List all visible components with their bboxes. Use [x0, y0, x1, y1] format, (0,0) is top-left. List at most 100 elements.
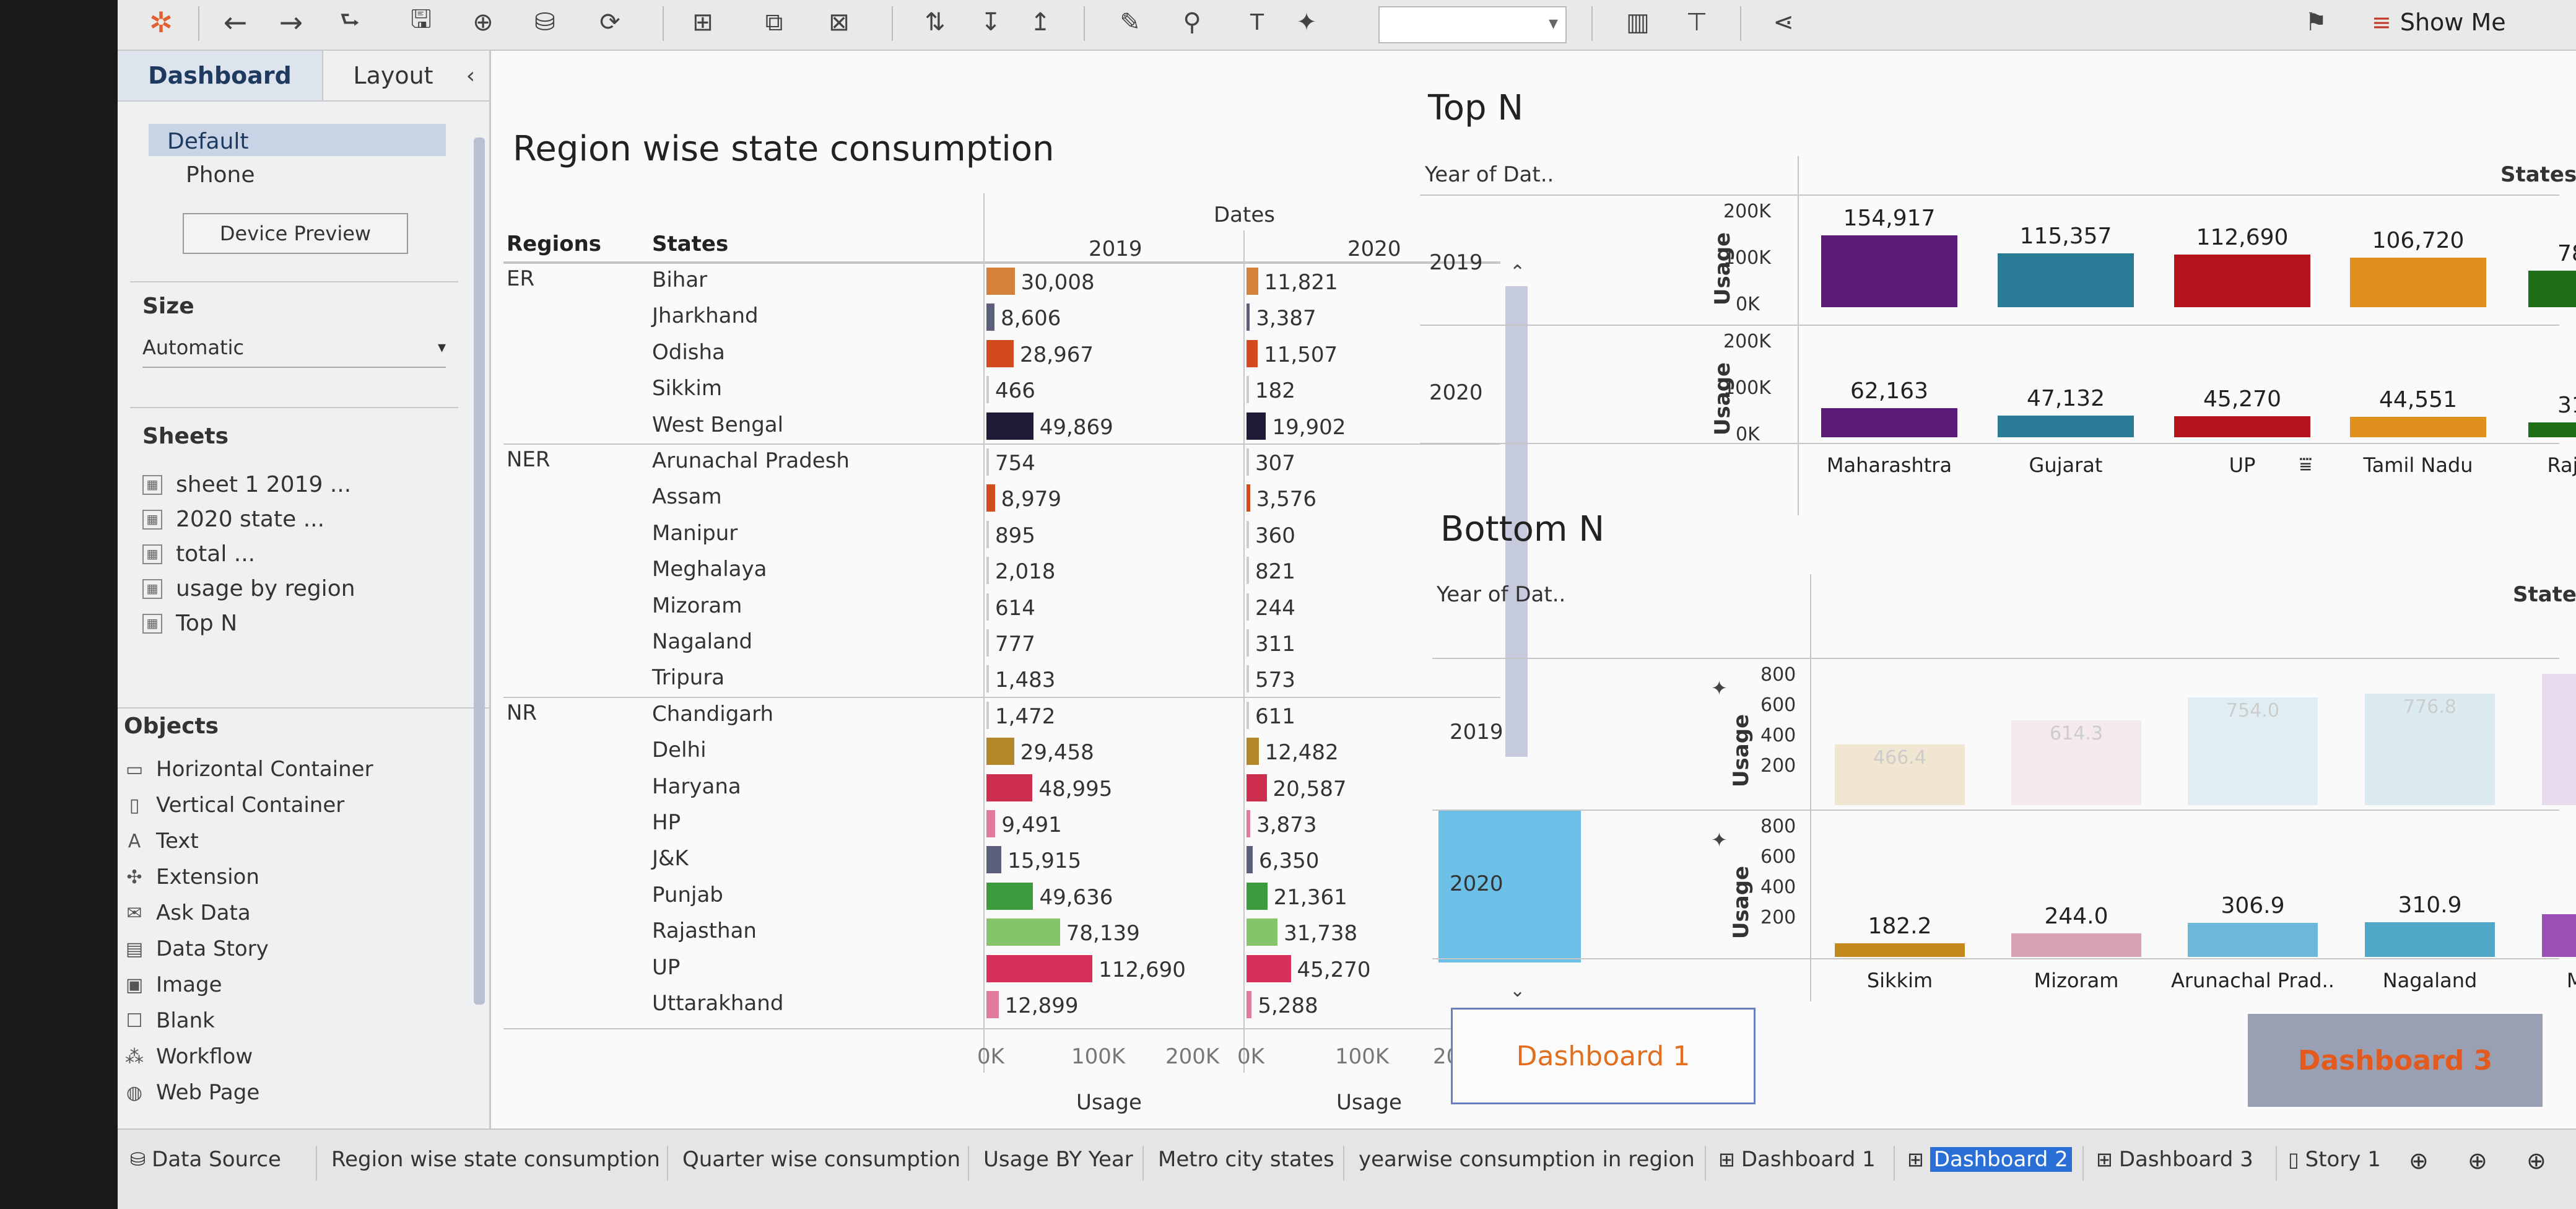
save-icon[interactable]: 🖫 — [402, 4, 440, 41]
dashboard-tab[interactable]: ⊞ Dashboard 1 — [1718, 1147, 1876, 1172]
chart-type-icon[interactable]: ▥ — [1610, 4, 1666, 41]
device-default[interactable]: Default — [149, 124, 446, 156]
object-item[interactable]: A Text — [124, 829, 199, 853]
share-icon[interactable]: ⋖ — [1765, 4, 1802, 41]
new-dashboard-icon[interactable]: ⊕ — [2468, 1147, 2487, 1174]
bottom-n-bar[interactable] — [2011, 933, 2141, 957]
top-n-bar[interactable] — [2174, 416, 2310, 437]
bottom-n-bar[interactable] — [2188, 922, 2318, 957]
sheet-item[interactable]: ▦ 2020 state ... — [142, 507, 324, 532]
bar-2020[interactable] — [1247, 774, 1267, 801]
bar-2020[interactable] — [1247, 593, 1249, 621]
bar-2019[interactable] — [986, 520, 989, 548]
bar-2020[interactable] — [1247, 339, 1258, 367]
bar-2020[interactable] — [1247, 268, 1258, 295]
bar-2020[interactable] — [1247, 954, 1291, 982]
bar-2019[interactable] — [986, 738, 1014, 766]
new-sheet-icon[interactable]: ⊞ — [681, 4, 724, 41]
dashboard-tab[interactable]: ⊞ Dashboard 3 — [2096, 1147, 2253, 1172]
bar-2019[interactable] — [986, 919, 1060, 946]
pin-icon[interactable]: ✦ — [1288, 4, 1325, 41]
top-n-bar[interactable] — [2174, 255, 2310, 307]
bar-2019[interactable] — [986, 376, 989, 404]
sheet-tab[interactable]: Region wise state consumption — [331, 1147, 660, 1172]
connect-icon[interactable]: ⛁ — [526, 4, 564, 41]
bar-2020[interactable] — [1247, 448, 1249, 476]
object-item[interactable]: ✣ Extension — [124, 865, 259, 889]
top-n-bar[interactable] — [1821, 408, 1957, 437]
device-phone[interactable]: Phone — [186, 162, 255, 188]
object-item[interactable]: ▣ Image — [124, 972, 222, 997]
object-item[interactable]: ▤ Data Story — [124, 936, 269, 961]
bar-2020[interactable] — [1247, 810, 1251, 837]
dashboard-3-button[interactable]: Dashboard 3 — [2248, 1014, 2543, 1107]
top-n-bar[interactable] — [2350, 416, 2486, 437]
bar-2020[interactable] — [1247, 412, 1266, 440]
bar-2019[interactable] — [986, 810, 996, 837]
object-item[interactable]: ⁂ Workflow — [124, 1044, 253, 1069]
bar-2020[interactable] — [1247, 738, 1259, 766]
bar-2020[interactable] — [1247, 991, 1252, 1018]
bar-2020[interactable] — [1247, 520, 1249, 548]
bar-2020[interactable] — [1247, 484, 1250, 512]
top-n-bar[interactable] — [2350, 257, 2486, 307]
sheet-item[interactable]: ▦ usage by region — [142, 576, 355, 601]
attach-icon[interactable]: ⚲ — [1170, 4, 1214, 41]
bottom-n-bar[interactable] — [2365, 922, 2495, 957]
bar-2019[interactable] — [986, 484, 995, 512]
bar-2020[interactable] — [1247, 882, 1268, 910]
tab-data-source[interactable]: ⛁ Data Source — [130, 1147, 281, 1172]
top-n-bar[interactable] — [1998, 415, 2134, 437]
top-n-bar[interactable] — [2528, 422, 2576, 437]
sheet-tab[interactable]: Usage BY Year — [983, 1147, 1133, 1172]
pane-scrollbar[interactable] — [474, 137, 485, 1005]
bar-2019[interactable] — [986, 846, 1002, 874]
pin-icon[interactable]: ✦ — [1711, 828, 1728, 852]
bar-2019[interactable] — [986, 593, 989, 621]
bar-2019[interactable] — [986, 701, 989, 729]
top-n-bar[interactable] — [2528, 271, 2576, 307]
sheet-item[interactable]: ▦ sheet 1 2019 ... — [142, 472, 351, 497]
tableau-logo-icon[interactable]: ✲ — [142, 4, 180, 41]
pin-icon[interactable]: ✦ — [1711, 676, 1728, 700]
sheet-tab[interactable]: Metro city states — [1158, 1147, 1334, 1172]
bar-2020[interactable] — [1247, 846, 1253, 874]
highlight-icon[interactable]: ✎ — [1108, 4, 1152, 41]
device-preview-button[interactable]: Device Preview — [183, 213, 408, 254]
swap-icon[interactable]: ⇅ — [916, 4, 954, 41]
sort-asc-icon[interactable]: ↧ — [972, 4, 1009, 41]
show-me-button[interactable]: ≡ Show Me — [2372, 9, 2506, 36]
object-item[interactable]: ☐ Blank — [124, 1008, 215, 1033]
sheet-item[interactable]: ▦ total ... — [142, 541, 255, 567]
dashboard-1-button[interactable]: Dashboard 1 — [1451, 1008, 1756, 1104]
bottom-n-bar[interactable] — [1835, 943, 1965, 957]
new-story-icon[interactable]: ⊕ — [2526, 1147, 2546, 1174]
presentation-icon[interactable]: ⊤ — [1678, 4, 1715, 41]
forward-icon[interactable]: → — [272, 4, 310, 41]
redo-icon[interactable]: ⮑ — [328, 4, 372, 41]
object-item[interactable]: ▭ Horizontal Container — [124, 757, 373, 782]
refresh-icon[interactable]: ⟳ — [588, 4, 632, 41]
bar-2020[interactable] — [1247, 629, 1249, 657]
object-item[interactable]: ▯ Vertical Container — [124, 793, 345, 818]
bar-2020[interactable] — [1247, 557, 1249, 585]
text-icon[interactable]: T — [1238, 4, 1276, 41]
bar-2019[interactable] — [986, 339, 1014, 367]
back-icon[interactable]: ← — [217, 4, 254, 41]
tab-dashboard[interactable]: Dashboard — [118, 51, 323, 100]
bar-2019[interactable] — [986, 303, 995, 331]
bar-2019[interactable] — [986, 629, 989, 657]
bottom-n-bar[interactable] — [2542, 914, 2576, 957]
bar-2019[interactable] — [986, 882, 1033, 910]
bar-2019[interactable] — [986, 665, 989, 693]
bar-2019[interactable] — [986, 448, 989, 476]
tab-layout[interactable]: Layout — [322, 51, 464, 100]
format-icon[interactable]: ⚑ — [2297, 4, 2334, 41]
bar-2019[interactable] — [986, 412, 1033, 440]
bar-2019[interactable] — [986, 774, 1033, 801]
new-datasource-icon[interactable]: ⊕ — [464, 4, 502, 41]
toolbar-dropdown[interactable]: ▾ — [1378, 6, 1567, 43]
new-worksheet-icon[interactable]: ⊕ — [2409, 1147, 2429, 1174]
duplicate-icon[interactable]: ⧉ — [755, 4, 793, 41]
object-item[interactable]: ✉ Ask Data — [124, 901, 250, 925]
